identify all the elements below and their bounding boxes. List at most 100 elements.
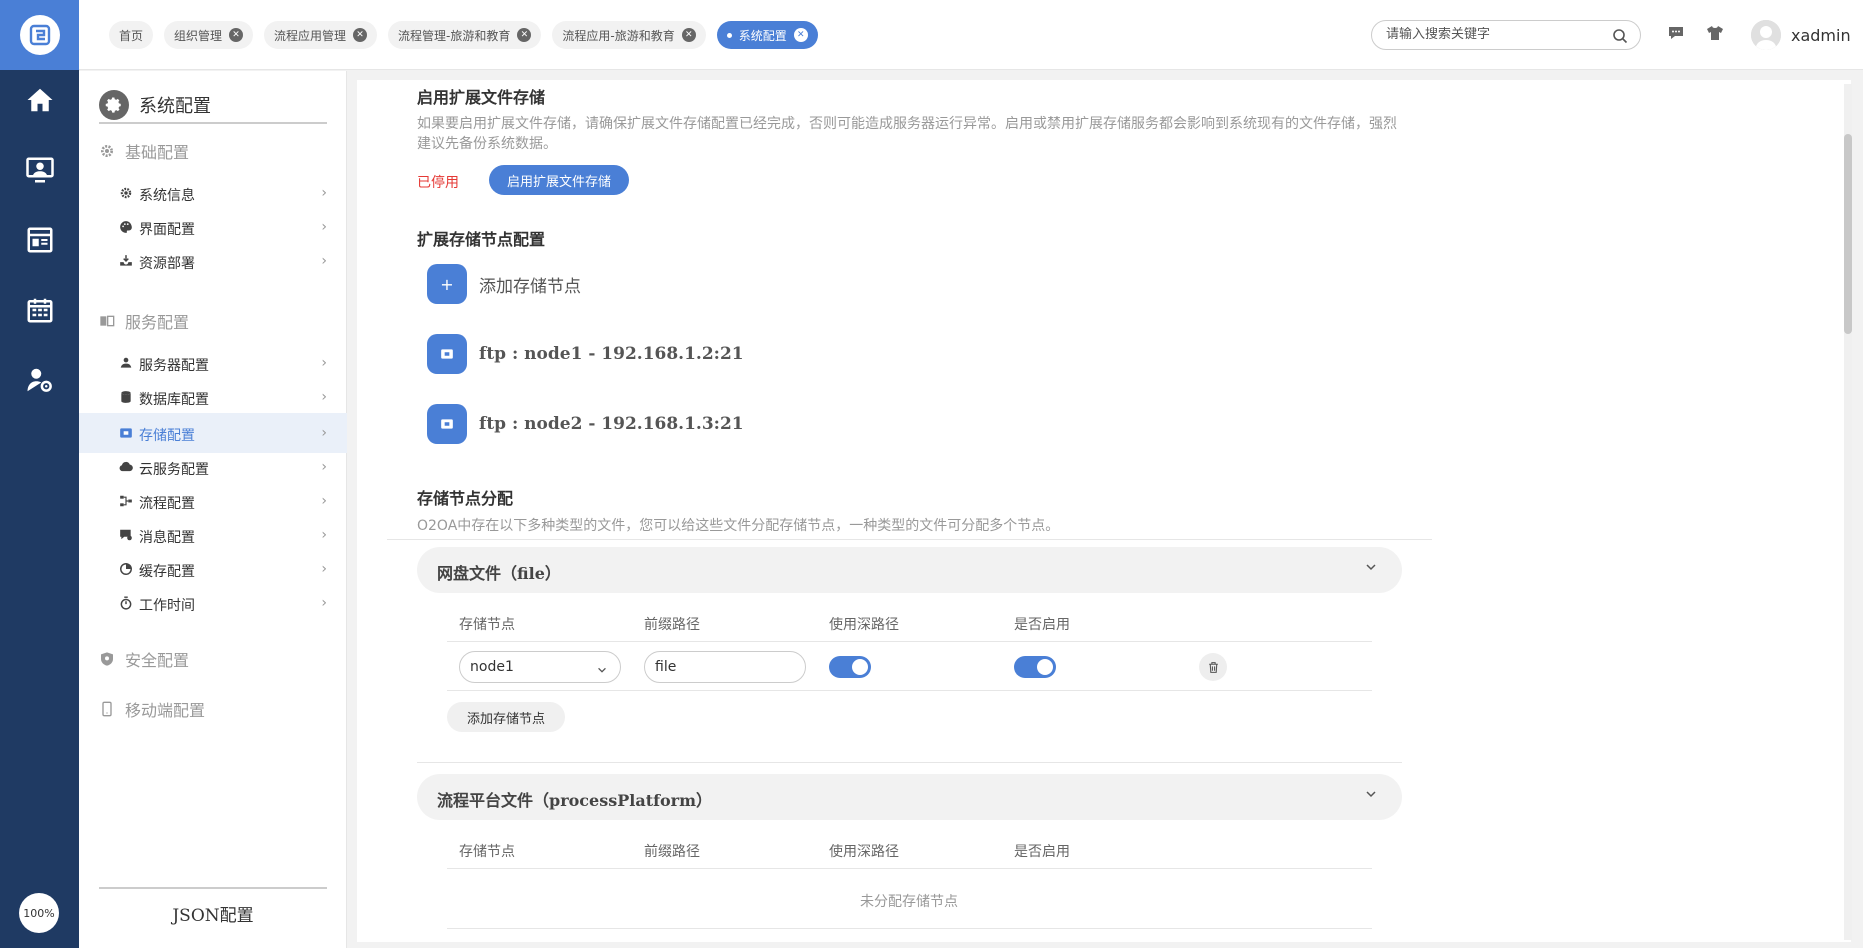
avatar[interactable]	[1751, 20, 1781, 50]
sidebar-item-label: 云服务配置	[139, 462, 209, 478]
storage-node-item[interactable]: ftp : node2 - 192.168.1.3:21	[427, 404, 744, 444]
message-config-icon	[120, 529, 132, 541]
tab-process-manage-travel[interactable]: 流程管理-旅游和教育 ✕	[388, 21, 542, 49]
app-logo[interactable]	[0, 0, 79, 70]
add-node-button[interactable]: + 添加存储节点	[427, 264, 581, 304]
close-icon[interactable]: ✕	[353, 28, 368, 42]
chevron-right-icon: ›	[321, 253, 327, 269]
chevron-right-icon: ›	[321, 595, 327, 611]
stopwatch-icon	[120, 596, 132, 610]
storage-icon	[120, 428, 132, 438]
toggle-knob	[1037, 659, 1053, 675]
user-settings-icon[interactable]	[0, 345, 79, 415]
row-divider	[447, 868, 1372, 869]
tab-bar: 首页 组织管理 ✕ 流程应用管理 ✕ 流程管理-旅游和教育 ✕ 流程应用-旅游和教育 ✕…	[109, 21, 818, 49]
group-label: 安全配置	[125, 651, 190, 670]
panel-title: 流程平台文件（processPlatform）	[437, 791, 713, 810]
column-header: 是否启用	[1014, 844, 1070, 860]
server-icon	[100, 315, 115, 327]
assign-desc: O2OA中存在以下多种类型的文件，您可以给这些文件分配存储节点，一种类型的文件可…	[417, 518, 1060, 534]
panel-header-file[interactable]: 网盘文件（file）	[417, 547, 1402, 593]
chevron-down-icon[interactable]	[1364, 786, 1378, 805]
zoom-level[interactable]: 100%	[19, 893, 59, 933]
storage-node-label: ftp : node2 - 192.168.1.3:21	[479, 414, 744, 434]
chevron-down-icon[interactable]	[1364, 559, 1378, 578]
sidebar-item-label: 工作时间	[139, 598, 195, 614]
delete-button[interactable]	[1199, 653, 1227, 681]
desc-line: 建议先备份系统数据。	[417, 136, 557, 152]
document-icon[interactable]	[0, 205, 79, 275]
panel-header-process-platform[interactable]: 流程平台文件（processPlatform）	[417, 774, 1402, 820]
flow-icon	[120, 495, 132, 507]
prefix-path-input[interactable]	[644, 651, 806, 683]
divider	[417, 762, 1402, 763]
tab-label: 流程管理-旅游和教育	[398, 28, 511, 43]
tab-process-app-travel[interactable]: 流程应用-旅游和教育 ✕	[552, 21, 706, 49]
logo-icon	[19, 15, 60, 55]
group-security[interactable]: 安全配置	[99, 646, 189, 672]
row-divider	[447, 928, 1372, 929]
close-icon[interactable]: ✕	[517, 28, 532, 42]
panel-title: 网盘文件（file）	[437, 564, 561, 583]
column-header: 是否启用	[1014, 617, 1070, 633]
tab-label: 流程应用-旅游和教育	[562, 28, 675, 43]
sidebar-item-worktime[interactable]: 工作时间 ›	[79, 583, 347, 623]
empty-state: 未分配存储节点	[860, 894, 958, 910]
storage-node-item[interactable]: ftp : node1 - 192.168.1.2:21	[427, 334, 744, 374]
tab-org[interactable]: 组织管理 ✕	[164, 21, 254, 49]
sidebar-item-label: 界面配置	[139, 222, 195, 238]
close-icon[interactable]: ✕	[681, 28, 696, 42]
close-icon[interactable]: ✕	[793, 28, 808, 42]
node-select[interactable]: node1	[459, 651, 621, 683]
server-config-icon	[120, 357, 132, 368]
scrollbar[interactable]	[1844, 84, 1852, 940]
username[interactable]: xadmin	[1791, 26, 1851, 45]
settings-sidebar: 系统配置 基础配置 系统信息 › 界面配置 › 资源部署 › 服务配置 服务器配…	[79, 71, 347, 948]
tab-process-app-manage[interactable]: 流程应用管理 ✕	[264, 21, 378, 49]
search-box	[1371, 20, 1641, 50]
tab-label: 首页	[119, 28, 144, 43]
deep-path-toggle[interactable]	[829, 656, 871, 678]
sidebar-item-label: 缓存配置	[139, 564, 195, 580]
column-header: 前缀路径	[644, 617, 700, 633]
sidebar-divider	[99, 887, 327, 889]
chevron-right-icon: ›	[321, 425, 327, 441]
tab-system-config[interactable]: 系统配置 ✕	[716, 21, 818, 49]
assign-title: 存储节点分配	[417, 489, 514, 508]
gear-icon	[99, 89, 129, 120]
sidebar-title: 系统配置	[99, 87, 327, 124]
json-config-link[interactable]: JSON配置	[79, 901, 347, 926]
database-icon	[121, 391, 131, 403]
add-storage-node-button[interactable]: 添加存储节点	[447, 702, 566, 732]
search-icon[interactable]	[1612, 28, 1628, 48]
group-service[interactable]: 服务配置	[99, 308, 189, 334]
sidebar-item-resource[interactable]: 资源部署 ›	[79, 241, 347, 281]
search-input[interactable]	[1386, 27, 1606, 42]
status-badge: 已停用	[417, 175, 459, 191]
tab-label: 系统配置	[738, 28, 787, 43]
sidebar-item-label: 流程配置	[139, 496, 195, 512]
group-basic[interactable]: 基础配置	[99, 138, 189, 164]
calendar-icon[interactable]	[0, 275, 79, 345]
palette-icon	[120, 221, 132, 233]
message-icon[interactable]	[1667, 24, 1685, 46]
enable-ext-storage-button[interactable]: 启用扩展文件存储	[489, 165, 630, 195]
sidebar-item-label: 存储配置	[139, 428, 195, 444]
scrollbar-thumb[interactable]	[1844, 134, 1852, 334]
skin-icon[interactable]	[1706, 24, 1724, 46]
chevron-right-icon: ›	[321, 493, 327, 509]
tab-home[interactable]: 首页	[109, 21, 154, 49]
meeting-icon[interactable]	[0, 135, 79, 205]
top-bar: 首页 组织管理 ✕ 流程应用管理 ✕ 流程管理-旅游和教育 ✕ 流程应用-旅游和教育 ✕…	[79, 0, 1863, 70]
sidebar-item-database[interactable]: 数据库配置 ›	[79, 377, 347, 417]
enabled-toggle[interactable]	[1014, 656, 1056, 678]
close-icon[interactable]: ✕	[229, 28, 244, 42]
group-label: 基础配置	[125, 143, 190, 162]
sidebar-item-label: 数据库配置	[139, 392, 209, 408]
sidebar-item-label: 消息配置	[139, 530, 195, 546]
group-mobile[interactable]: 移动端配置	[99, 696, 205, 722]
home-icon[interactable]	[0, 65, 79, 135]
trash-icon	[1208, 661, 1218, 673]
main-content: 启用扩展文件存储 如果要启用扩展文件存储，请确保扩展文件存储配置已经完成，否则可…	[357, 80, 1851, 942]
column-header: 存储节点	[459, 844, 515, 860]
